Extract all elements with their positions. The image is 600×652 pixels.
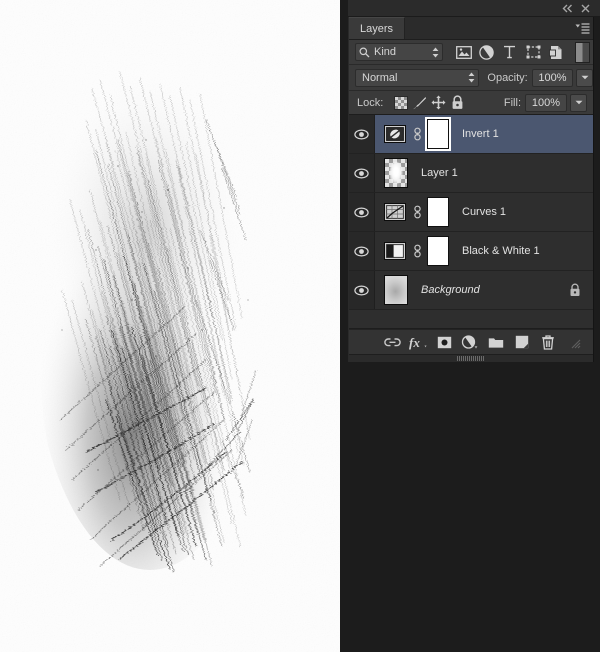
close-icon[interactable] <box>577 1 593 16</box>
document-canvas[interactable] <box>0 0 340 652</box>
horizontal-resize-grip[interactable] <box>349 354 593 362</box>
updown-stepper-icon <box>468 72 475 83</box>
tab-layers-label: Layers <box>360 22 394 35</box>
table-row[interactable]: Invert 1 <box>349 115 593 154</box>
layer-name[interactable]: Black & White 1 <box>462 245 593 257</box>
layer-filter-row: Kind <box>349 40 593 65</box>
layer-mask-link-icon[interactable] <box>409 205 425 219</box>
blend-opacity-row: Normal Opacity: 100% <box>349 65 593 91</box>
layer-mask-link-icon[interactable] <box>409 127 425 141</box>
lock-label: Lock: <box>357 96 384 109</box>
panel-dock: Layers Kind Normal Opacity: 100% Lock: F… <box>340 0 600 652</box>
invert-adjustment-icon[interactable] <box>384 125 406 143</box>
layers-panel: Layers Kind Normal Opacity: 100% Lock: F… <box>348 17 594 362</box>
eye-icon <box>354 206 369 218</box>
panel-menu-icon[interactable] <box>571 17 593 39</box>
layer-thumbnails[interactable] <box>375 158 408 188</box>
eye-icon <box>354 245 369 257</box>
black-and-white-adjustment-icon[interactable] <box>384 242 406 260</box>
eye-icon <box>354 128 369 140</box>
panel-titlebar <box>348 0 600 17</box>
search-icon <box>359 47 370 57</box>
panel-resize-grip-icon <box>561 331 587 353</box>
table-row[interactable]: Curves 1 <box>349 193 593 232</box>
lock-row: Lock: Fill: 100% <box>349 91 593 115</box>
blend-mode-select[interactable]: Normal <box>355 68 480 87</box>
layer-mask-thumbnail[interactable] <box>427 236 449 266</box>
table-row[interactable]: Black & White 1 <box>349 232 593 271</box>
new-layer-button[interactable] <box>509 331 535 353</box>
layer-thumbnails[interactable] <box>375 117 451 151</box>
filter-enable-toggle[interactable] <box>575 41 590 63</box>
layer-name[interactable]: Layer 1 <box>421 167 593 179</box>
collapse-double-arrow-icon[interactable] <box>559 1 575 16</box>
eye-icon <box>354 167 369 179</box>
layer-visibility-toggle[interactable] <box>349 193 375 231</box>
table-row[interactable]: Background <box>349 271 593 310</box>
smart-object-filter-icon[interactable] <box>547 43 565 61</box>
panel-tabstrip: Layers <box>349 17 593 40</box>
filter-kind-select[interactable]: Kind <box>355 43 443 61</box>
lock-image-pixels-brush-icon[interactable] <box>410 94 429 112</box>
background-lock-icon <box>569 283 581 297</box>
filter-type-icons <box>443 43 575 61</box>
shape-layer-filter-icon[interactable] <box>524 43 542 61</box>
filter-kind-label: Kind <box>374 46 397 58</box>
background-content-preview <box>385 276 407 304</box>
opacity-label: Opacity: <box>487 71 528 84</box>
layer-thumbnail[interactable] <box>384 275 408 305</box>
layer-visibility-toggle[interactable] <box>349 154 375 192</box>
fill-input[interactable]: 100% <box>525 93 567 112</box>
type-layer-filter-icon[interactable] <box>501 43 519 61</box>
fill-label: Fill: <box>503 96 521 109</box>
layer-list-empty-space[interactable] <box>349 310 593 328</box>
layer-name[interactable]: Curves 1 <box>462 206 593 218</box>
new-group-button[interactable] <box>483 331 509 353</box>
new-adjustment-layer-button[interactable] <box>457 331 483 353</box>
layer-thumbnails[interactable] <box>375 197 449 227</box>
layer-visibility-toggle[interactable] <box>349 232 375 270</box>
layer-mask-thumbnail[interactable] <box>427 197 449 227</box>
blend-mode-value: Normal <box>362 71 398 84</box>
eye-icon <box>354 284 369 296</box>
curves-adjustment-icon[interactable] <box>384 203 406 221</box>
transparency-checker-swatch <box>393 95 408 110</box>
lock-position-move-icon[interactable] <box>429 94 448 112</box>
lock-transparent-pixels-icon[interactable] <box>391 94 410 112</box>
layer-content-preview <box>389 162 403 184</box>
layer-mask-thumbnail[interactable] <box>425 117 451 151</box>
svg-text:fx: fx <box>409 335 420 350</box>
layers-panel-toolbar: fx <box>349 329 593 354</box>
layer-visibility-toggle[interactable] <box>349 115 375 153</box>
resize-grip-lines <box>457 356 485 361</box>
updown-stepper-icon <box>432 47 439 57</box>
fill-dropdown-arrow[interactable] <box>570 93 587 112</box>
opacity-dropdown-arrow[interactable] <box>576 68 593 87</box>
link-layers-button[interactable] <box>379 331 405 353</box>
layer-visibility-toggle[interactable] <box>349 271 375 309</box>
lock-all-padlock-icon[interactable] <box>448 94 467 112</box>
tabstrip-filler <box>405 17 571 39</box>
layer-name[interactable]: Background <box>421 284 569 296</box>
layer-style-fx-button[interactable]: fx <box>405 331 431 353</box>
delete-layer-button[interactable] <box>535 331 561 353</box>
tab-layers[interactable]: Layers <box>349 17 406 39</box>
pencil-hatching-sketch <box>0 0 340 652</box>
photoshop-window: Layers Kind Normal Opacity: 100% Lock: F… <box>0 0 600 652</box>
layer-thumbnails[interactable] <box>375 275 408 305</box>
table-row[interactable]: Layer 1 <box>349 154 593 193</box>
layer-thumbnails[interactable] <box>375 236 449 266</box>
pixel-layer-filter-icon[interactable] <box>455 43 473 61</box>
layer-mask-link-icon[interactable] <box>409 244 425 258</box>
layer-list[interactable]: Invert 1 Layer 1 Curves 1 Black & White … <box>349 115 593 329</box>
opacity-input[interactable]: 100% <box>531 68 574 87</box>
adjustment-layer-filter-icon[interactable] <box>478 43 496 61</box>
add-layer-mask-button[interactable] <box>431 331 457 353</box>
layer-name[interactable]: Invert 1 <box>462 128 593 140</box>
layer-thumbnail[interactable] <box>384 158 408 188</box>
